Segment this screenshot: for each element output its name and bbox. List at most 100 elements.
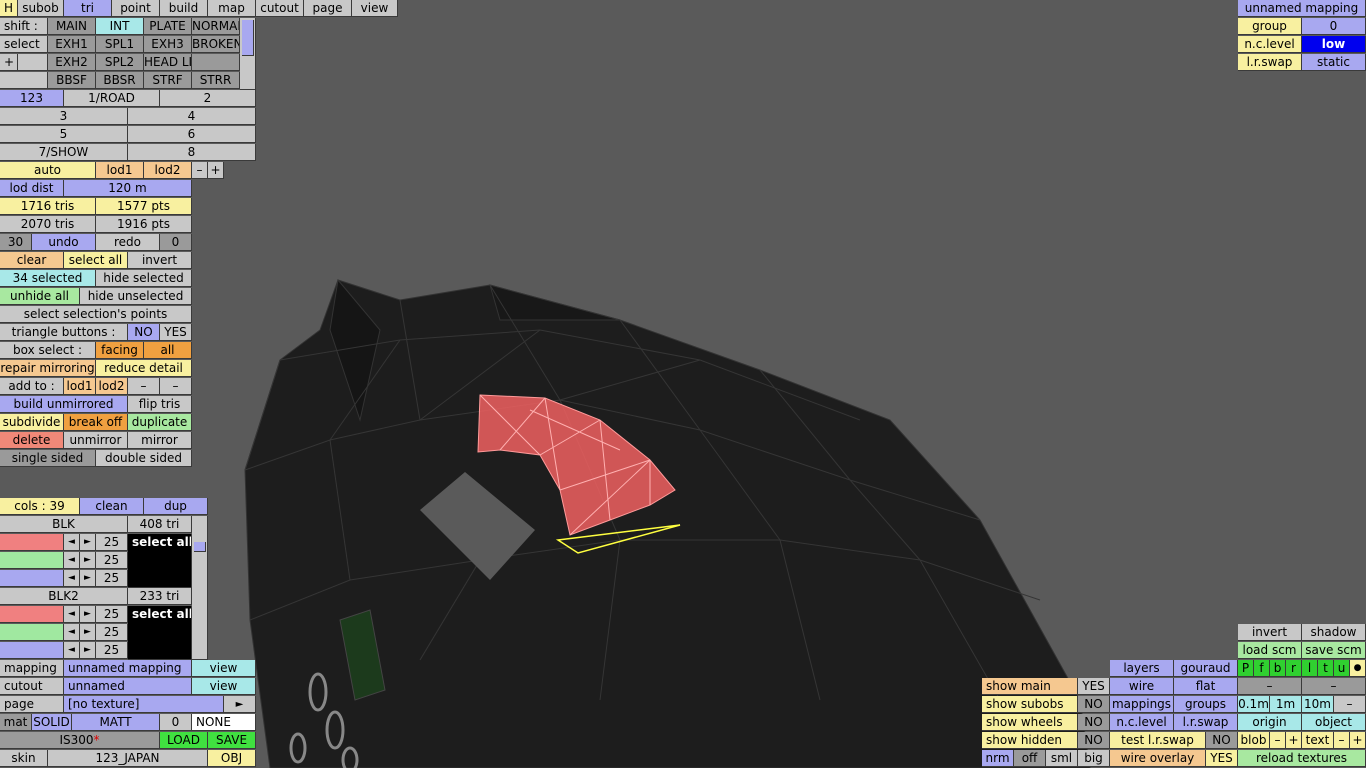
filename-field[interactable]: IS300* <box>0 732 160 749</box>
right-arrow-icon[interactable]: ► <box>80 606 96 623</box>
unhide-all-button[interactable]: unhide all <box>0 288 80 305</box>
menu-view[interactable]: view <box>352 0 398 17</box>
invert-button[interactable]: invert <box>128 252 192 269</box>
colour-name[interactable]: BLK2 <box>0 588 128 605</box>
red-value[interactable]: 25 <box>96 606 128 623</box>
subob-empty[interactable] <box>192 54 240 71</box>
mat-matt-button[interactable]: MATT <box>72 714 160 731</box>
subob-strf[interactable]: STRF <box>144 72 192 89</box>
save-scm-button[interactable]: save scm <box>1302 642 1366 659</box>
menu-cutout[interactable]: cutout <box>256 0 304 17</box>
blue-value[interactable]: 25 <box>96 570 128 587</box>
wire-button[interactable]: wire <box>1110 678 1174 695</box>
load-scm-button[interactable]: load scm <box>1238 642 1302 659</box>
subob-int[interactable]: INT <box>96 18 144 35</box>
subob-exh1[interactable]: EXH1 <box>48 36 96 53</box>
wire-overlay-value[interactable]: YES <box>1206 750 1238 767</box>
subob-bbsr[interactable]: BBSR <box>96 72 144 89</box>
lod-4[interactable]: 4 <box>128 108 256 125</box>
page-value[interactable]: [no texture] <box>64 696 224 713</box>
delete-button[interactable]: delete <box>0 432 64 449</box>
subob-broken[interactable]: BROKEN <box>192 36 240 53</box>
subob-headli[interactable]: HEAD LI <box>144 54 192 71</box>
single-sided-button[interactable]: single sided <box>0 450 96 467</box>
flip-tris-button[interactable]: flip tris <box>128 396 192 413</box>
right-arrow-icon[interactable]: ► <box>80 552 96 569</box>
test-lr-swap-value[interactable]: NO <box>1206 732 1238 749</box>
colour-swatch-select-all[interactable]: select all <box>128 606 192 660</box>
box-select-all[interactable]: all <box>144 342 192 359</box>
menu-tri[interactable]: tri <box>64 0 112 17</box>
cutout-value[interactable]: unnamed <box>64 678 192 695</box>
redo-button[interactable]: redo <box>96 234 160 251</box>
dash-button-2[interactable]: – <box>1302 678 1366 695</box>
double-sided-button[interactable]: double sided <box>96 450 192 467</box>
dist-0-1m[interactable]: 0.1m <box>1238 696 1270 713</box>
shadow-button[interactable]: shadow <box>1302 624 1366 641</box>
subob-scroll-thumb[interactable] <box>242 20 254 56</box>
mat-value[interactable]: 0 <box>160 714 192 731</box>
lod-8[interactable]: 8 <box>128 144 256 161</box>
triangle-buttons-no[interactable]: NO <box>128 324 160 341</box>
dist-1m[interactable]: 1m <box>1270 696 1302 713</box>
gouraud-button[interactable]: gouraud <box>1174 660 1238 677</box>
unmirror-button[interactable]: unmirror <box>64 432 128 449</box>
lod-6[interactable]: 6 <box>128 126 256 143</box>
cols-scrollbar[interactable] <box>192 516 208 660</box>
mapping-value[interactable]: unnamed mapping <box>64 660 192 677</box>
blue-slider[interactable] <box>0 570 64 587</box>
break-off-button[interactable]: break off <box>64 414 128 431</box>
red-slider[interactable] <box>0 606 64 623</box>
auto-button[interactable]: auto <box>0 162 96 179</box>
lr-swap-button[interactable]: l.r.swap <box>1174 714 1238 731</box>
layers-button[interactable]: layers <box>1110 660 1174 677</box>
menu-page[interactable]: page <box>304 0 352 17</box>
select-all-button[interactable]: select all <box>64 252 128 269</box>
right-arrow-icon[interactable]: ► <box>80 624 96 641</box>
green-value[interactable]: 25 <box>96 624 128 641</box>
subob-add-button[interactable]: + <box>0 54 18 71</box>
reload-textures-button[interactable]: reload textures <box>1238 750 1366 767</box>
view-t-button[interactable]: t <box>1318 660 1334 677</box>
box-select-facing[interactable]: facing <box>96 342 144 359</box>
skin-value[interactable]: 123_JAPAN <box>48 750 208 767</box>
dist-10m[interactable]: 10m <box>1302 696 1334 713</box>
lod-minus-button[interactable]: – <box>192 162 208 179</box>
menu-subob[interactable]: subob <box>18 0 64 17</box>
view-r-button[interactable]: r <box>1286 660 1302 677</box>
dup-button[interactable]: dup <box>144 498 208 515</box>
blob-plus[interactable]: + <box>1286 732 1302 749</box>
right-arrow-icon[interactable]: ► <box>80 570 96 587</box>
view-off-button[interactable]: off <box>1014 750 1046 767</box>
lod-plus-button[interactable]: + <box>208 162 224 179</box>
repair-mirroring-button[interactable]: repair mirroring <box>0 360 96 377</box>
mapping-name[interactable]: unnamed mapping <box>1238 0 1366 17</box>
view-big-button[interactable]: big <box>1078 750 1110 767</box>
view-u-button[interactable]: u <box>1334 660 1350 677</box>
lod-7-show[interactable]: 7/SHOW <box>0 144 128 161</box>
groups-button[interactable]: groups <box>1174 696 1238 713</box>
subob-exh3[interactable]: EXH3 <box>144 36 192 53</box>
left-arrow-icon[interactable]: ◄ <box>64 570 80 587</box>
mirror-button[interactable]: mirror <box>128 432 192 449</box>
lod1-button[interactable]: lod1 <box>96 162 144 179</box>
lod-123[interactable]: 123 <box>0 90 64 107</box>
menu-build[interactable]: build <box>160 0 208 17</box>
left-arrow-icon[interactable]: ◄ <box>64 552 80 569</box>
menu-map[interactable]: map <box>208 0 256 17</box>
left-arrow-icon[interactable]: ◄ <box>64 624 80 641</box>
lod2-button[interactable]: lod2 <box>144 162 192 179</box>
origin-button[interactable]: origin <box>1238 714 1302 731</box>
green-slider[interactable] <box>0 624 64 641</box>
triangle-buttons-yes[interactable]: YES <box>160 324 192 341</box>
hide-unselected-button[interactable]: hide unselected <box>80 288 192 305</box>
mapping-view-button[interactable]: view <box>192 660 256 677</box>
show-main-value[interactable]: YES <box>1078 678 1110 695</box>
red-slider[interactable] <box>0 534 64 551</box>
blue-slider[interactable] <box>0 642 64 659</box>
view-b-button[interactable]: b <box>1270 660 1286 677</box>
add-to-minus-1[interactable]: – <box>128 378 160 395</box>
play-icon[interactable]: ► <box>224 696 256 713</box>
obj-button[interactable]: OBJ <box>208 750 256 767</box>
dist-minus[interactable]: – <box>1334 696 1366 713</box>
